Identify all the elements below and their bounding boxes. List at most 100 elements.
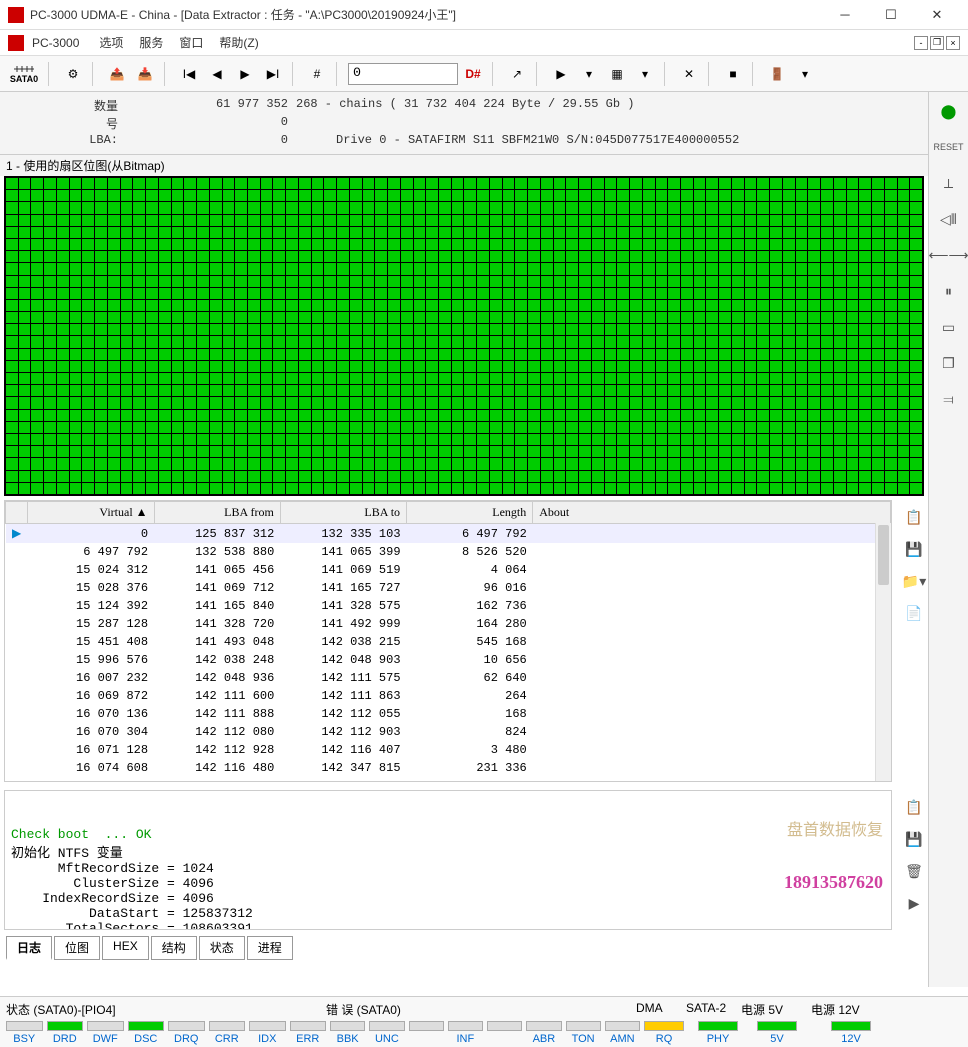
table-row[interactable]: 6 497 792132 538 880141 065 3998 526 520 (6, 543, 891, 561)
seek-icon[interactable]: ⟵⟶ (935, 242, 963, 268)
chip-icon[interactable]: ▭ (935, 314, 963, 340)
table-row[interactable]: ▶0125 837 312132 335 1036 497 792 (6, 524, 891, 544)
menu-window[interactable]: 窗口 (173, 32, 209, 53)
bitmap-view[interactable] (4, 176, 924, 496)
tab-5[interactable]: 进程 (247, 936, 293, 960)
next-icon[interactable]: ▶ (232, 60, 258, 88)
play-dropdown-icon[interactable]: ▾ (576, 60, 602, 88)
disk-icon[interactable]: ⬤ (935, 98, 963, 124)
bitmap-cell (6, 300, 18, 311)
table-header[interactable]: Virtual ▲ (28, 502, 154, 524)
log-save-icon[interactable]: 💾 (900, 826, 928, 852)
stop-icon[interactable]: ■ (720, 60, 746, 88)
first-icon[interactable]: I◀ (176, 60, 202, 88)
table-header[interactable]: Length (407, 502, 533, 524)
minimize-button[interactable]: ─ (822, 1, 868, 29)
tab-3[interactable]: 结构 (151, 936, 197, 960)
bitmap-cell (694, 190, 706, 201)
bitmap-cell (579, 190, 591, 201)
table-header[interactable]: LBA to (280, 502, 406, 524)
tab-4[interactable]: 状态 (199, 936, 245, 960)
table-row[interactable]: 16 071 128142 112 928142 116 4073 480 (6, 741, 891, 759)
sata-port-button[interactable]: SATA0 (6, 60, 42, 88)
grid-icon[interactable]: # (304, 60, 330, 88)
settings-icon[interactable]: ⚙ (60, 60, 86, 88)
table-row[interactable]: 15 451 408141 493 048142 038 215545 168 (6, 633, 891, 651)
layers-icon[interactable]: ❐ (935, 350, 963, 376)
bitmap-cell (426, 422, 438, 433)
table-row[interactable]: 15 124 392141 165 840141 328 575162 736 (6, 597, 891, 615)
connector-icon[interactable]: ⫤ (935, 386, 963, 412)
folder-icon[interactable]: 📁▾ (900, 568, 928, 594)
copy-icon[interactable]: 📋 (900, 504, 928, 530)
bitmap-cell (503, 239, 515, 250)
bitmap-cell (388, 300, 400, 311)
bitmap-cell (541, 385, 553, 396)
table-row[interactable]: 16 070 304142 112 080142 112 903824 (6, 723, 891, 741)
bitmap-cell (541, 397, 553, 408)
log-clear-icon[interactable]: 🗑 (900, 858, 928, 884)
bitmap-cell (172, 434, 184, 445)
bitmap-cell (859, 324, 871, 335)
bitmap-cell (261, 385, 273, 396)
log-run-icon[interactable]: ▶ (900, 890, 928, 916)
table-row[interactable]: 16 074 608142 116 480142 347 815231 336 (6, 759, 891, 777)
log-copy-icon[interactable]: 📋 (900, 794, 928, 820)
bitmap-cell (872, 312, 884, 323)
close-button[interactable]: ✕ (914, 1, 960, 29)
prev-icon[interactable]: ◀ (204, 60, 230, 88)
bitmap-cell (439, 446, 451, 457)
tab-0[interactable]: 日志 (6, 936, 52, 960)
audio-icon[interactable]: ◁⦀ (935, 206, 963, 232)
bitmap-cell (261, 471, 273, 482)
pause-icon[interactable]: ⏸ (935, 278, 963, 304)
bitmap-cell (528, 178, 540, 189)
table-row[interactable]: 15 024 312141 065 456141 069 5194 064 (6, 561, 891, 579)
bitmap-cell (796, 312, 808, 323)
exit-dropdown-icon[interactable]: ▾ (792, 60, 818, 88)
mdi-minimize-button[interactable]: - (914, 36, 928, 50)
bitmap-cell (770, 312, 782, 323)
bitmap-cell (401, 239, 413, 250)
menu-options[interactable]: 选项 (93, 32, 129, 53)
tools-icon[interactable]: ✕ (676, 60, 702, 88)
bitmap-cell (210, 251, 222, 262)
save-icon[interactable]: 💾 (900, 536, 928, 562)
matrix-icon[interactable]: ▦ (604, 60, 630, 88)
table-row[interactable]: 16 070 136142 111 888142 112 055168 (6, 705, 891, 723)
reset-icon[interactable]: RESET (935, 134, 963, 160)
exit-icon[interactable]: 🚪 (764, 60, 790, 88)
bitmap-cell (834, 397, 846, 408)
table-row[interactable]: 15 287 128141 328 720141 492 999164 280 (6, 615, 891, 633)
table-row[interactable]: 15 996 576142 038 248142 048 90310 656 (6, 651, 891, 669)
table-header[interactable]: About (533, 502, 891, 524)
bitmap-cell (668, 349, 680, 360)
matrix-dropdown-icon[interactable]: ▾ (632, 60, 658, 88)
bitmap-cell (146, 190, 158, 201)
tab-1[interactable]: 位图 (54, 936, 100, 960)
menu-help[interactable]: 帮助(Z) (213, 32, 264, 53)
import-icon[interactable]: 📥 (132, 60, 158, 88)
doc-icon[interactable]: 📄 (900, 600, 928, 626)
maximize-button[interactable]: ☐ (868, 1, 914, 29)
table-row[interactable]: 16 007 232142 048 936142 111 57562 640 (6, 669, 891, 687)
play-icon[interactable]: ▶ (548, 60, 574, 88)
position-input[interactable] (348, 63, 458, 85)
bitmap-cell (312, 446, 324, 457)
signal-icon[interactable]: ⟂ (935, 170, 963, 196)
jump-icon[interactable]: ↗ (504, 60, 530, 88)
mdi-close-button[interactable]: × (946, 36, 960, 50)
table-header[interactable]: LBA from (154, 502, 280, 524)
table-row[interactable]: 16 069 872142 111 600142 111 863264 (6, 687, 891, 705)
bitmap-cell (248, 251, 260, 262)
tab-2[interactable]: HEX (102, 936, 149, 960)
bitmap-cell (388, 422, 400, 433)
goto-button[interactable]: D# (460, 60, 486, 88)
bitmap-cell (121, 215, 133, 226)
mdi-restore-button[interactable]: ❐ (930, 36, 944, 50)
table-row[interactable]: 15 028 376141 069 712141 165 72796 016 (6, 579, 891, 597)
menu-service[interactable]: 服务 (133, 32, 169, 53)
export-icon[interactable]: 📤 (104, 60, 130, 88)
table-scrollbar[interactable] (875, 523, 891, 781)
last-icon[interactable]: ▶I (260, 60, 286, 88)
